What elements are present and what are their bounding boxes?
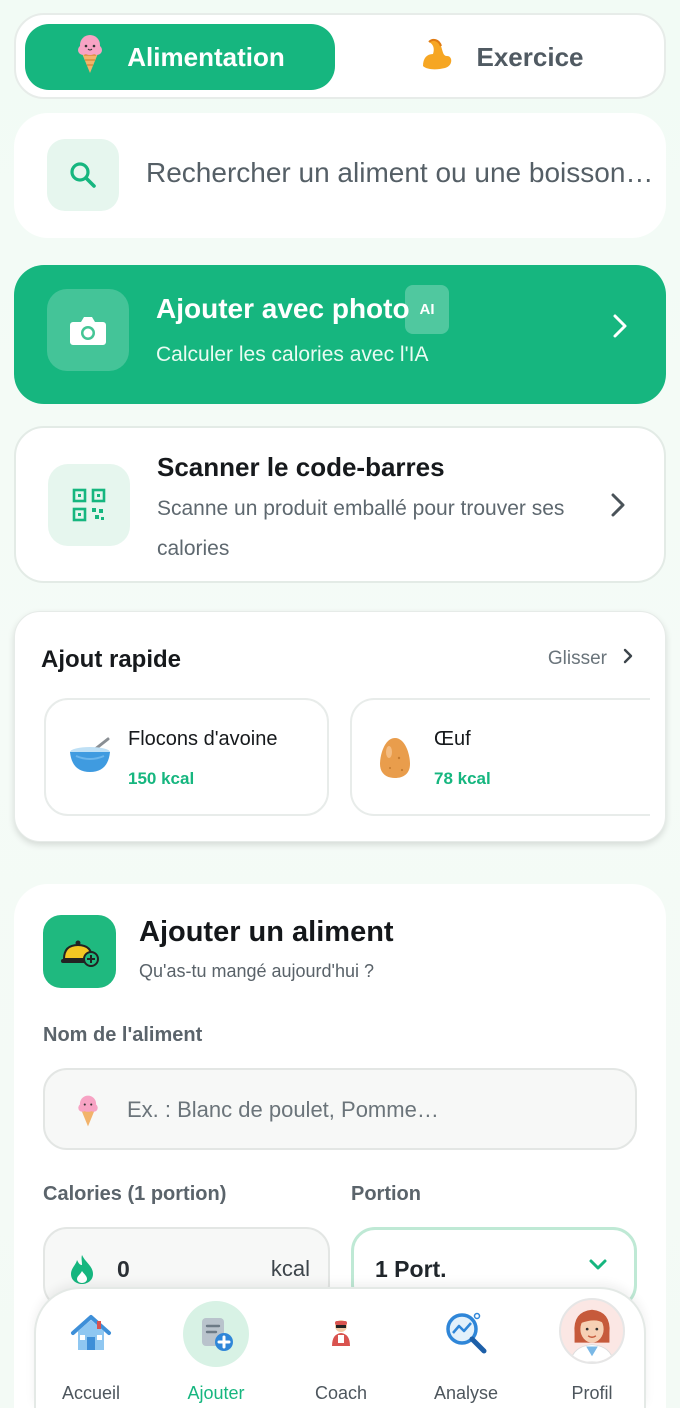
qr-code-icon	[48, 464, 130, 546]
portion-value: 1 Port.	[375, 1256, 447, 1282]
profile-icon	[559, 1298, 625, 1364]
nav-item-profil[interactable]: Profil	[532, 1289, 652, 1408]
nav-item-analyse[interactable]: Analyse	[406, 1289, 526, 1408]
nav-label: Accueil	[61, 1383, 121, 1403]
portion-label: Portion	[351, 1183, 421, 1205]
tab-exercice[interactable]: Exercice	[346, 24, 656, 90]
ice-cream-icon	[75, 1094, 101, 1133]
bowl-icon	[68, 736, 112, 781]
mode-toggle: Alimentation Exercice	[14, 13, 666, 99]
calories-value: 0	[117, 1256, 130, 1282]
nav-label: Coach	[314, 1383, 368, 1403]
ai-badge: AI	[405, 285, 449, 334]
quick-add-item-kcal: 78 kcal	[434, 769, 491, 788]
food-cloche-add-icon	[43, 915, 116, 988]
analytics-icon	[434, 1301, 498, 1365]
scan-card-subtitle: Scanne un produit emballé pour trouver s…	[157, 497, 565, 560]
food-name-placeholder: Ex. : Blanc de poulet, Pomme…	[127, 1097, 439, 1122]
nav-item-accueil[interactable]: Accueil	[31, 1289, 151, 1408]
tab-alimentation[interactable]: Alimentation	[25, 24, 335, 90]
add-with-photo-card[interactable]: Ajouter avec photo AI Calculer les calor…	[14, 265, 666, 404]
photo-card-subtitle: Calculer les calories avec l'IA	[156, 343, 429, 366]
coach-icon	[309, 1301, 373, 1365]
quick-add-item[interactable]: Flocons d'avoine 150 kcal	[44, 698, 329, 816]
camera-icon	[47, 289, 129, 371]
food-name-label: Nom de l'aliment	[43, 1024, 203, 1046]
search-bar[interactable]: Rechercher un aliment ou une boisson…	[14, 113, 666, 238]
add-food-title: Ajouter un aliment	[139, 916, 394, 948]
calories-label: Calories (1 portion)	[43, 1183, 227, 1205]
tab-alimentation-label: Alimentation	[127, 41, 285, 72]
calories-unit: kcal	[270, 1256, 310, 1281]
home-icon	[59, 1301, 123, 1365]
add-food-subtitle: Qu'as-tu mangé aujourd'hui ?	[139, 961, 375, 981]
quick-add-section: Ajout rapide Glisser Flocons d'avoine 15…	[14, 611, 666, 842]
search-input[interactable]: Rechercher un aliment ou une boisson…	[146, 157, 653, 189]
flame-icon	[69, 1253, 95, 1290]
chevron-down-icon	[588, 1258, 608, 1277]
search-icon	[47, 139, 119, 211]
nav-label: Analyse	[433, 1383, 499, 1403]
photo-card-title: Ajouter avec photo	[156, 293, 410, 324]
nav-label: Profil	[571, 1383, 613, 1403]
nav-label: Ajouter	[187, 1383, 245, 1403]
quick-add-item-kcal: 150 kcal	[128, 769, 195, 788]
swipe-link[interactable]: Glisser	[548, 648, 633, 670]
bottom-nav: Accueil Ajouter Coach Analyse Profil	[34, 1287, 646, 1408]
egg-icon	[378, 736, 412, 785]
nav-item-ajouter[interactable]: Ajouter	[156, 1289, 276, 1408]
scan-card-title: Scanner le code-barres	[157, 452, 445, 482]
tab-exercice-label: Exercice	[476, 41, 584, 72]
food-name-field[interactable]: Ex. : Blanc de poulet, Pomme…	[43, 1068, 637, 1150]
add-note-icon	[183, 1301, 249, 1367]
chevron-right-icon	[610, 492, 626, 526]
flexed-arm-icon	[419, 36, 455, 79]
nav-item-coach[interactable]: Coach	[281, 1289, 401, 1408]
quick-add-item-name: Œuf	[434, 728, 471, 750]
scan-barcode-card[interactable]: Scanner le code-barres Scanne un produit…	[14, 426, 666, 583]
swipe-label: Glisser	[547, 648, 607, 669]
quick-add-item-name: Flocons d'avoine	[128, 728, 278, 750]
ice-cream-icon	[75, 33, 105, 82]
chevron-right-icon	[612, 313, 628, 347]
quick-add-title: Ajout rapide	[41, 646, 182, 673]
quick-add-item[interactable]: Œuf 78 kcal	[350, 698, 650, 816]
chevron-right-icon	[623, 648, 633, 670]
